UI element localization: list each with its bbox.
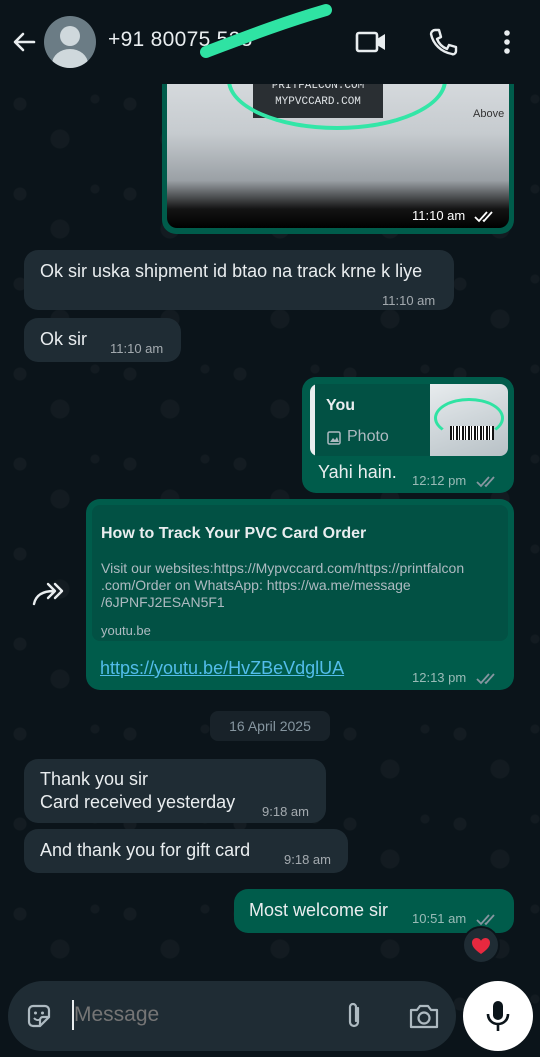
message-text: Ok sir uska shipment id btao na track kr…: [40, 261, 423, 281]
photo-side-text: Above: [473, 108, 505, 120]
message-text: Most welcome sir: [249, 900, 389, 920]
incoming-message[interactable]: Ok sir 11:10 am: [24, 318, 181, 362]
incoming-message[interactable]: Ok sir uska shipment id btao na track kr…: [24, 250, 454, 310]
incoming-message[interactable]: Thank you sir Card received yesterday 9:…: [24, 759, 326, 823]
message-text: Card received yesterday: [40, 792, 236, 812]
link-preview-description: .com/Order on WhatsApp: https://wa.me/me…: [101, 577, 411, 593]
double-tick-icon: [476, 673, 495, 685]
contact-name[interactable]: +91 80075 523: [108, 28, 253, 52]
message-text: And thank you for gift card: [40, 840, 251, 860]
attach-icon[interactable]: [342, 1000, 366, 1032]
quoted-type: Photo: [347, 428, 389, 445]
link-preview-description: Visit our websites:https://Mypvccard.com…: [101, 560, 465, 576]
heart-icon: [472, 938, 490, 954]
voice-message-button[interactable]: [463, 981, 533, 1051]
voice-call-icon[interactable]: [426, 26, 460, 58]
message-time: 9:18 am: [262, 804, 309, 819]
sticker-icon[interactable]: [25, 1002, 53, 1030]
double-tick-icon: [474, 211, 493, 223]
link-preview-description: /6JPNFJ2ESAN5F1: [101, 594, 225, 610]
double-tick-icon: [476, 914, 495, 926]
link-url[interactable]: https://youtu.be/HvZBeVdglUA: [100, 658, 344, 679]
message-time: 9:18 am: [284, 852, 331, 867]
quoted-photo-thumbnail: [430, 384, 508, 456]
back-arrow-icon[interactable]: [8, 26, 40, 58]
link-preview-title: How to Track Your PVC Card Order: [101, 525, 367, 542]
forward-icon[interactable]: [28, 578, 70, 612]
message-text: Thank you sir: [40, 769, 149, 789]
date-divider: 16 April 2025: [210, 711, 330, 741]
message-time: 12:13 pm: [412, 670, 467, 685]
outgoing-message[interactable]: Most welcome sir 10:51 am: [234, 889, 514, 933]
message-text: Yahi hain.: [318, 462, 397, 482]
incoming-message[interactable]: And thank you for gift card 9:18 am: [24, 829, 348, 873]
link-preview-card[interactable]: How to Track Your PVC Card Order Visit o…: [92, 505, 508, 641]
outgoing-link-message[interactable]: How to Track Your PVC Card Order Visit o…: [86, 499, 514, 690]
image-message[interactable]: PRITFALCON.COM MYPVCCARD.COM Above 11:10…: [162, 70, 514, 234]
more-options-icon[interactable]: [494, 26, 528, 58]
message-text: Ok sir: [40, 329, 87, 349]
heart-reaction[interactable]: ❤️: [462, 926, 500, 964]
photo-icon: [327, 431, 341, 445]
message-input[interactable]: [74, 1003, 324, 1027]
photo-thumbnail[interactable]: PRITFALCON.COM MYPVCCARD.COM Above: [167, 70, 509, 228]
camera-icon[interactable]: [408, 1001, 440, 1031]
double-tick-icon: [476, 476, 495, 488]
video-call-icon[interactable]: [354, 26, 388, 58]
message-time: 11:10 am: [382, 293, 436, 308]
message-time: 11:10 am: [110, 341, 164, 356]
quoted-author: You: [326, 397, 356, 414]
microphone-icon: [486, 1001, 510, 1031]
message-time: 10:51 am: [412, 911, 467, 926]
contact-avatar[interactable]: [44, 16, 96, 68]
message-composer: [8, 981, 456, 1051]
outgoing-reply-message[interactable]: You Photo Yahi hain. 12:12 pm: [302, 377, 514, 493]
chat-header: +91 80075 523: [0, 0, 540, 84]
message-time: 12:12 pm: [412, 473, 467, 488]
link-preview-domain: youtu.be: [101, 623, 151, 638]
message-time: 11:10 am: [412, 208, 466, 223]
quoted-message[interactable]: You Photo: [310, 384, 508, 456]
